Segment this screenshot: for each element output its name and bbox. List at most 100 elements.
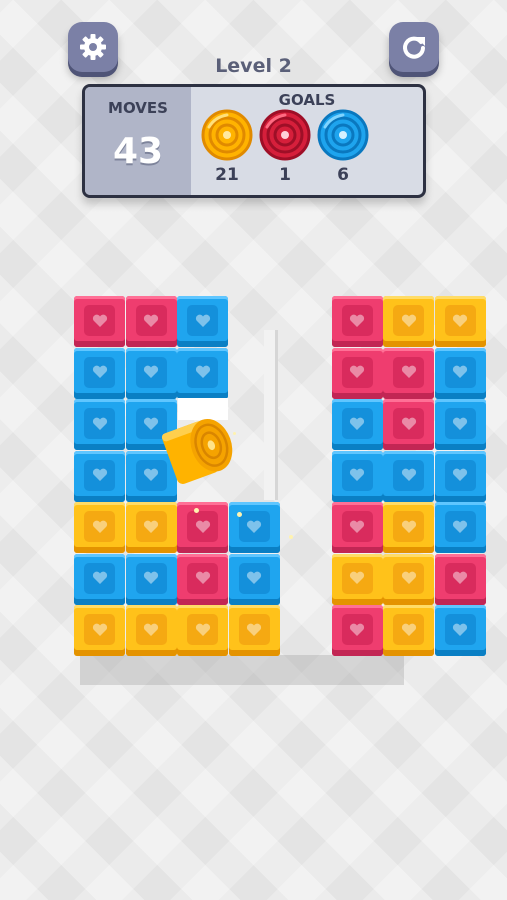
tile-blue[interactable] <box>383 450 434 502</box>
tile-yellow[interactable] <box>434 296 486 347</box>
heart-icon <box>84 511 115 542</box>
tile-blue[interactable] <box>74 347 125 399</box>
tile-blue[interactable] <box>125 347 177 399</box>
board-shadow <box>80 655 404 685</box>
yellow-roll-icon <box>201 109 253 161</box>
status-panel: MOVES 43 GOALS 21 1 6 <box>82 84 426 198</box>
heart-icon <box>393 305 424 336</box>
tile-pink[interactable] <box>331 296 383 347</box>
tile-blue[interactable] <box>331 399 383 450</box>
heart-icon <box>341 562 373 594</box>
tile-pink[interactable] <box>331 347 383 399</box>
heart-icon <box>341 459 373 491</box>
sparkle <box>194 508 199 513</box>
heart-icon <box>84 614 115 645</box>
tile-blue[interactable] <box>74 553 125 605</box>
sparkle <box>233 432 236 435</box>
tile-blue[interactable] <box>125 553 177 605</box>
moves-label: MOVES <box>108 99 168 117</box>
tile-yellow[interactable] <box>383 553 434 605</box>
tile-yellow[interactable] <box>125 605 177 656</box>
tile-blue[interactable] <box>228 502 280 553</box>
tile-yellow[interactable] <box>74 605 125 656</box>
tile-pink[interactable] <box>383 399 434 450</box>
heart-icon <box>444 408 476 439</box>
heart-icon <box>444 562 476 594</box>
heart-icon <box>84 356 115 388</box>
tile-yellow[interactable] <box>383 502 434 553</box>
tile-blue[interactable] <box>434 347 486 399</box>
tile-pink[interactable] <box>74 296 125 347</box>
tile-yellow[interactable] <box>383 296 434 347</box>
heart-icon <box>444 305 476 336</box>
heart-icon <box>238 562 270 594</box>
yellow-roll-piece <box>161 418 233 484</box>
tile-pink[interactable] <box>125 296 177 347</box>
heart-icon <box>393 356 424 388</box>
heart-icon <box>341 408 373 439</box>
heart-icon <box>393 562 424 594</box>
tile-blue[interactable] <box>331 450 383 502</box>
tile-yellow[interactable] <box>177 605 228 656</box>
tile-yellow[interactable] <box>383 605 434 656</box>
heart-icon <box>444 511 476 542</box>
moves-box: MOVES 43 <box>85 87 191 195</box>
tile-yellow[interactable] <box>228 605 280 656</box>
tile-blue[interactable] <box>434 605 486 656</box>
tile-blue[interactable] <box>228 553 280 605</box>
tile-yellow[interactable] <box>125 502 177 553</box>
tile-blue[interactable] <box>74 399 125 450</box>
heart-icon <box>135 614 167 645</box>
goal-blue-count: 6 <box>337 165 349 185</box>
goal-red: 1 <box>255 109 315 193</box>
tile-pink[interactable] <box>331 502 383 553</box>
heart-icon <box>341 305 373 336</box>
tile-blue[interactable] <box>177 347 228 399</box>
heart-icon <box>135 562 167 594</box>
goal-yellow-count: 21 <box>215 165 239 185</box>
heart-icon <box>341 356 373 388</box>
tile-blue[interactable] <box>74 450 125 502</box>
moves-counter: 43 <box>112 131 164 172</box>
tile-blue[interactable] <box>434 450 486 502</box>
heart-icon <box>84 459 115 491</box>
game-board[interactable] <box>74 296 486 656</box>
goal-red-count: 1 <box>279 165 291 185</box>
sparkle <box>289 535 293 539</box>
tile-yellow[interactable] <box>74 502 125 553</box>
heart-icon <box>444 356 476 388</box>
heart-icon <box>393 511 424 542</box>
goals-label: GOALS <box>278 91 336 109</box>
heart-icon <box>84 408 115 439</box>
heart-icon <box>187 562 218 594</box>
tile-pink[interactable] <box>434 553 486 605</box>
tile-pink[interactable] <box>331 605 383 656</box>
heart-icon <box>135 356 167 388</box>
tile-blue[interactable] <box>177 296 228 347</box>
heart-icon <box>187 614 218 645</box>
heart-icon <box>135 511 167 542</box>
blue-roll-icon <box>317 109 369 161</box>
red-roll-icon <box>259 109 311 161</box>
tile-pink[interactable] <box>177 553 228 605</box>
heart-icon <box>187 511 218 542</box>
heart-icon <box>238 614 270 645</box>
heart-icon <box>187 356 218 388</box>
tile-blue[interactable] <box>434 399 486 450</box>
heart-icon <box>135 305 167 336</box>
goal-blue: 6 <box>313 109 373 193</box>
heart-icon <box>341 614 373 645</box>
sparkle <box>237 512 242 517</box>
level-title: Level 2 <box>215 55 292 77</box>
heart-icon <box>84 305 115 336</box>
heart-icon <box>187 305 218 336</box>
heart-icon <box>393 408 424 439</box>
tile-pink[interactable] <box>383 347 434 399</box>
heart-icon <box>84 562 115 594</box>
heart-icon <box>444 459 476 491</box>
tile-blue[interactable] <box>434 502 486 553</box>
tile-yellow[interactable] <box>331 553 383 605</box>
heart-icon <box>341 511 373 542</box>
heart-icon <box>444 614 476 645</box>
tile-pink[interactable] <box>177 502 228 553</box>
